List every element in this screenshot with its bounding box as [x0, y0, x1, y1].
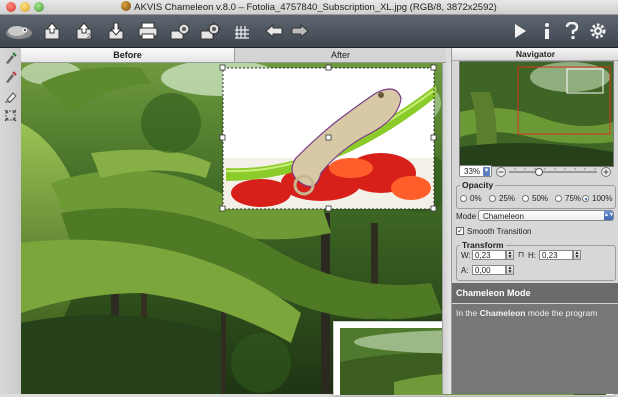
- transform-label: Transform: [460, 240, 506, 250]
- grid-icon[interactable]: [230, 20, 254, 42]
- info-icon[interactable]: [535, 20, 559, 42]
- left-toolbar: [0, 48, 22, 394]
- opacity-option-50: 50%: [532, 194, 549, 203]
- navigator-title: Navigator: [452, 48, 618, 61]
- mode-select[interactable]: Chameleon ▲▼: [478, 210, 614, 221]
- height-label: H:: [528, 251, 536, 260]
- opacity-radio-100[interactable]: [582, 195, 589, 202]
- navigator-preview: [460, 62, 613, 166]
- opacity-option-25: 25%: [499, 194, 516, 203]
- opacity-option-75: 75%: [565, 194, 582, 203]
- opacity-radio-50[interactable]: [522, 195, 529, 202]
- opacity-option-100: 100%: [592, 194, 613, 203]
- opacity-radio-25[interactable]: [489, 195, 496, 202]
- eraser-brush-icon[interactable]: [3, 70, 18, 85]
- redo-arrow-icon[interactable]: [288, 20, 312, 42]
- help-text: In the Chameleon mode the program: [452, 304, 618, 394]
- settings-icon[interactable]: [198, 20, 222, 42]
- tab-before[interactable]: Before: [21, 48, 235, 62]
- mode-value: Chameleon: [483, 212, 524, 221]
- zoom-value: 33%: [464, 167, 481, 176]
- view-tabs: Before After: [21, 48, 446, 63]
- transform-icon[interactable]: [3, 108, 18, 123]
- title-bar: AKVIS Chameleon v.8.0 – Fotolia_4757840_…: [0, 0, 618, 15]
- angle-stepper[interactable]: ▲ ▼: [506, 265, 514, 275]
- window-title-wrap: AKVIS Chameleon v.8.0 – Fotolia_4757840_…: [0, 1, 618, 13]
- opacity-option-0: 0%: [470, 194, 482, 203]
- width-label: W:: [461, 251, 471, 260]
- height-input[interactable]: 0,23: [539, 250, 573, 260]
- width-stepper[interactable]: ▲ ▼: [506, 250, 514, 260]
- opacity-radio-0[interactable]: [460, 195, 467, 202]
- zoom-select[interactable]: 33% ▼: [459, 165, 492, 177]
- gear-icon[interactable]: [586, 20, 610, 42]
- smooth-transition-checkbox[interactable]: ✓: [456, 227, 464, 235]
- window-title: AKVIS Chameleon v.8.0 – Fotolia_4757840_…: [134, 2, 497, 13]
- navigator-thumbnail[interactable]: [459, 61, 614, 167]
- angle-label: A:: [461, 266, 469, 275]
- smooth-transition-label: Smooth Transition: [467, 227, 532, 236]
- help-icon[interactable]: [560, 20, 584, 42]
- print-icon[interactable]: [136, 20, 160, 42]
- settings-panel: Navigator 33% ▼ Opacity 0% 25% 50% 75% 1…: [451, 48, 618, 394]
- height-stepper[interactable]: ▲ ▼: [573, 250, 581, 260]
- save-icon[interactable]: 2: [72, 20, 96, 42]
- zoom-slider[interactable]: [495, 166, 613, 178]
- tab-after[interactable]: After: [235, 48, 446, 62]
- help-text-prefix: In the: [456, 308, 480, 318]
- main-toolbar: 2: [0, 15, 618, 48]
- eraser-icon[interactable]: [3, 89, 18, 104]
- preferences-icon[interactable]: [168, 20, 192, 42]
- width-input[interactable]: 0,23: [472, 250, 506, 260]
- angle-input[interactable]: 0,00: [472, 265, 506, 275]
- undo-arrow-icon[interactable]: [262, 20, 286, 42]
- help-text-bold: Chameleon: [479, 308, 526, 318]
- chevron-down-icon: ▼: [483, 167, 490, 176]
- help-text-suffix: mode the program: [525, 308, 598, 318]
- open-icon[interactable]: [40, 20, 64, 42]
- import-icon[interactable]: [104, 20, 128, 42]
- chevron-down-icon: ▲▼: [604, 211, 614, 220]
- opacity-radio-75[interactable]: [555, 195, 562, 202]
- help-title: Chameleon Mode: [452, 283, 618, 303]
- app-icon: [121, 1, 132, 11]
- app-logo-icon[interactable]: [4, 20, 34, 42]
- opacity-label: Opacity: [460, 180, 496, 190]
- inserted-fragment[interactable]: [219, 64, 437, 212]
- link-icon[interactable]: ⊓: [518, 250, 524, 259]
- selection-brush-icon[interactable]: [3, 51, 18, 66]
- mode-label: Mode: [456, 212, 477, 221]
- run-icon[interactable]: [508, 20, 532, 42]
